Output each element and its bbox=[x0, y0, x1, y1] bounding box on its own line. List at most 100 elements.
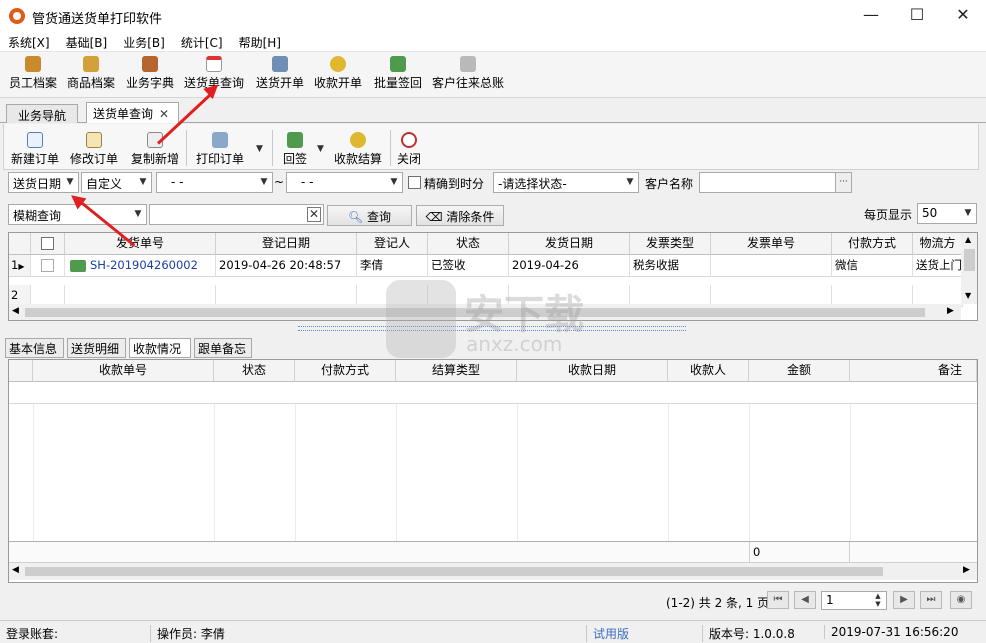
more-ellipsis-icon[interactable]: ··· bbox=[835, 173, 851, 192]
menu-business[interactable]: 业务[B] bbox=[123, 32, 165, 51]
table-cell-logistics[interactable]: 送货上门 bbox=[913, 255, 963, 277]
row-checkbox[interactable] bbox=[41, 259, 54, 272]
clear-filters-button[interactable]: ⌫ 清除条件 bbox=[416, 205, 504, 226]
col-status[interactable]: 状态 bbox=[428, 233, 509, 255]
maximize-button[interactable]: ☐ bbox=[894, 0, 940, 32]
minimize-button[interactable]: — bbox=[848, 0, 894, 32]
page-spinner-icon[interactable]: ▲ ▼ bbox=[870, 592, 886, 609]
truck-icon bbox=[287, 132, 303, 148]
toolbar-goods-button[interactable]: 商品档案 bbox=[64, 52, 118, 98]
printer-icon bbox=[212, 132, 228, 148]
search-button[interactable]: 🔍︎ 查询 bbox=[327, 205, 412, 226]
toolbar-customer-ledger-button[interactable]: 客户往来总账 bbox=[430, 52, 506, 98]
tab-delivery-query[interactable]: 送货单查询 ✕ bbox=[86, 102, 179, 123]
last-page-icon[interactable]: ⏭ bbox=[920, 591, 942, 609]
table-cell-ship-date[interactable]: 2019-04-26 bbox=[509, 255, 630, 277]
search-icon: 🔍︎ bbox=[347, 210, 364, 224]
menu-statistics[interactable]: 统计[C] bbox=[181, 32, 223, 51]
status-version: 版本号: 1.0.0.8 bbox=[702, 625, 795, 642]
col-payment[interactable]: 付款方式 bbox=[832, 233, 913, 255]
receipt-settle-button[interactable]: 收款结算 bbox=[331, 128, 385, 168]
copy-order-button[interactable]: 复制新增 bbox=[128, 128, 182, 168]
date-from-picker[interactable]: - - ▼ bbox=[156, 172, 273, 193]
col-order-no[interactable]: 发货单号 bbox=[65, 233, 216, 255]
col-receipt-date[interactable]: 收款日期 bbox=[517, 360, 668, 382]
page-number-input[interactable]: 1 ▲ ▼ bbox=[821, 591, 887, 610]
first-page-icon[interactable]: ⏮ bbox=[767, 591, 789, 609]
date-mode-select[interactable]: 自定义 ▼ bbox=[81, 172, 152, 193]
close-window-button[interactable]: ✕ bbox=[940, 0, 986, 32]
col-settlement-type[interactable]: 结算类型 bbox=[396, 360, 517, 382]
receipts-horizontal-scrollbar[interactable]: ◀ ▶ bbox=[9, 563, 977, 580]
menu-help[interactable]: 帮助[H] bbox=[239, 32, 281, 51]
new-order-icon bbox=[27, 132, 43, 148]
customer-input[interactable]: ··· bbox=[699, 172, 852, 193]
col-receiver[interactable]: 收款人 bbox=[668, 360, 749, 382]
tab-basic-info[interactable]: 基本信息 bbox=[5, 338, 64, 358]
table-cell-payment[interactable]: 微信 bbox=[832, 255, 913, 277]
print-dropdown-arrow-icon[interactable]: ▼ bbox=[256, 144, 263, 154]
menu-system[interactable]: 系统[X] bbox=[8, 32, 50, 51]
toolbar-batch-signback-button[interactable]: 批量签回 bbox=[371, 52, 425, 98]
tab-receipts[interactable]: 收款情况 bbox=[129, 338, 191, 358]
table-cell-registrar[interactable]: 李倩 bbox=[357, 255, 428, 277]
col-receipt-status[interactable]: 状态 bbox=[214, 360, 295, 382]
ledger-icon bbox=[460, 56, 476, 72]
toolbar-new-receipt-button[interactable]: 收款开单 bbox=[311, 52, 365, 98]
toolbar-dictionary-button[interactable]: 业务字典 bbox=[123, 52, 177, 98]
tab-business-nav[interactable]: 业务导航 bbox=[6, 104, 78, 123]
next-page-icon[interactable]: ▶ bbox=[893, 591, 915, 609]
current-row-icon: ▶ bbox=[18, 262, 25, 271]
new-order-button[interactable]: 新建订单 bbox=[9, 128, 61, 168]
search-input[interactable]: ✕ bbox=[149, 204, 324, 225]
col-amount[interactable]: 金额 bbox=[749, 360, 850, 382]
prev-page-icon[interactable]: ◀ bbox=[794, 591, 816, 609]
toolbar-employee-button[interactable]: 员工档案 bbox=[6, 52, 60, 98]
col-register-date[interactable]: 登记日期 bbox=[216, 233, 357, 255]
col-ship-date[interactable]: 发货日期 bbox=[509, 233, 630, 255]
calendar-icon bbox=[206, 56, 222, 72]
col-receipt-payment[interactable]: 付款方式 bbox=[295, 360, 396, 382]
watermark: 安下载 anxz.com bbox=[386, 276, 596, 362]
date-field-select[interactable]: 送货日期 ▼ bbox=[8, 172, 79, 193]
select-all-checkbox[interactable] bbox=[41, 237, 54, 250]
watermark-shield-icon bbox=[386, 280, 456, 358]
close-tab-icon[interactable]: ✕ bbox=[159, 107, 169, 121]
refresh-page-icon[interactable]: ◉ bbox=[950, 591, 972, 609]
orders-vertical-scrollbar[interactable]: ▲ ▼ bbox=[961, 233, 977, 304]
date-range-tilde: ~ bbox=[274, 175, 285, 189]
date-to-picker[interactable]: - - ▼ bbox=[286, 172, 403, 193]
total-amount: 0 bbox=[749, 542, 850, 563]
chevron-down-icon: ▼ bbox=[390, 177, 398, 187]
order-toolbar: 新建订单 修改订单 复制新增 打印订单 ▼ 回签 ▼ 收款结算 关闭 bbox=[3, 124, 979, 170]
col-receipt-no[interactable]: 收款单号 bbox=[33, 360, 214, 382]
menu-basic[interactable]: 基础[B] bbox=[66, 32, 108, 51]
detail-tabs: 基本信息 送货明细 收款情况 跟单备忘 bbox=[5, 338, 265, 358]
signback-dropdown-arrow-icon[interactable]: ▼ bbox=[317, 144, 324, 154]
col-invoice-type[interactable]: 发票类型 bbox=[630, 233, 711, 255]
table-row-number[interactable]: 1▶ bbox=[9, 255, 31, 277]
col-registrar[interactable]: 登记人 bbox=[357, 233, 428, 255]
status-trial: 试用版 bbox=[586, 625, 629, 642]
toolbar-new-delivery-button[interactable]: 送货开单 bbox=[253, 52, 307, 98]
col-invoice-no[interactable]: 发票单号 bbox=[711, 233, 832, 255]
app-logo-icon bbox=[9, 8, 25, 24]
table-cell-register-date[interactable]: 2019-04-26 20:48:57 bbox=[216, 255, 357, 277]
clear-input-icon[interactable]: ✕ bbox=[307, 207, 321, 222]
signback-button[interactable]: 回签 bbox=[278, 128, 312, 168]
edit-order-button[interactable]: 修改订单 bbox=[68, 128, 120, 168]
status-select[interactable]: -请选择状态- ▼ bbox=[493, 172, 639, 193]
col-logistics[interactable]: 物流方 bbox=[913, 233, 963, 255]
close-button[interactable]: 关闭 bbox=[394, 128, 424, 168]
precise-time-checkbox[interactable] bbox=[408, 176, 421, 189]
page-size-select[interactable]: 50 ▼ bbox=[917, 203, 977, 224]
tab-followup-notes[interactable]: 跟单备忘 bbox=[194, 338, 252, 358]
tab-delivery-detail[interactable]: 送货明细 bbox=[67, 338, 126, 358]
table-cell-invoice-no[interactable] bbox=[711, 255, 832, 277]
edit-order-icon bbox=[86, 132, 102, 148]
table-cell-status[interactable]: 已签收 bbox=[428, 255, 509, 277]
table-cell-invoice-type[interactable]: 税务收据 bbox=[630, 255, 711, 277]
col-remark[interactable]: 备注 bbox=[850, 360, 977, 382]
print-order-button[interactable]: 打印订单 bbox=[192, 128, 248, 168]
table-row-order-no[interactable]: SH-201904260002 bbox=[65, 255, 216, 277]
